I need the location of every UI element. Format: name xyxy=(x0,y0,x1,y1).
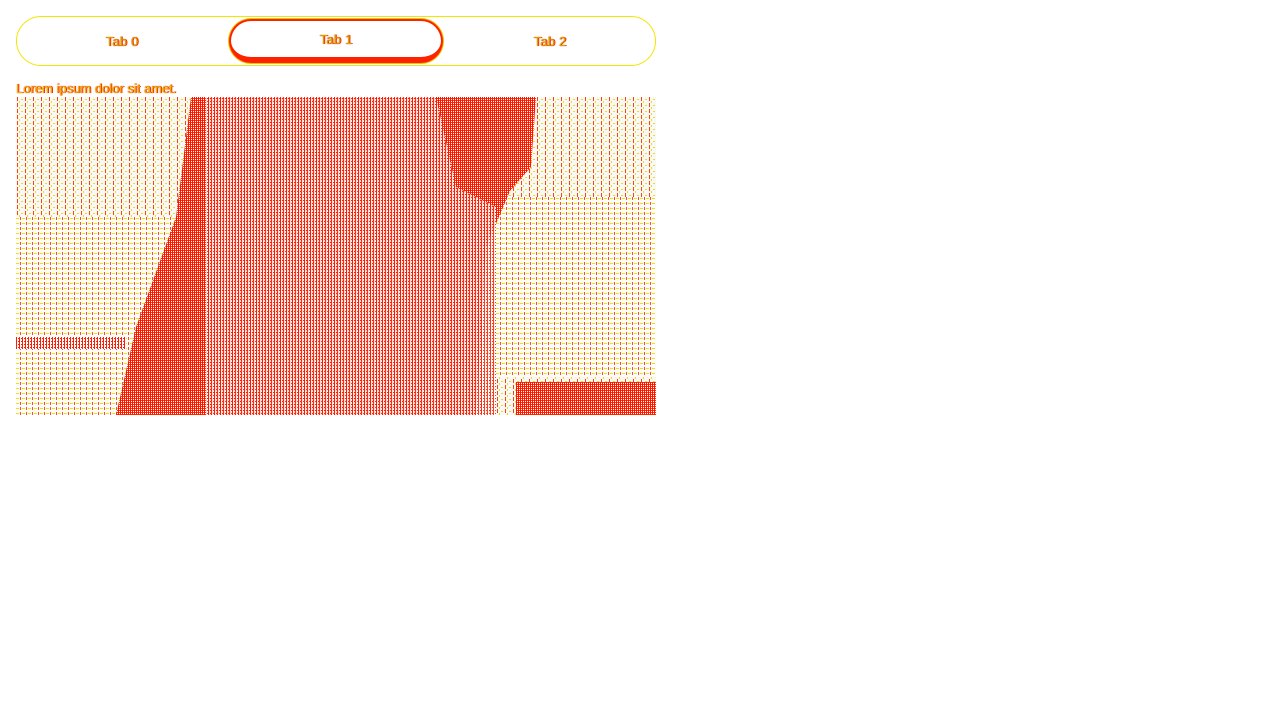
tabs-widget: Tab 0 Tab 1 Tab 2 Lorem ipsum dolor sit … xyxy=(16,16,656,415)
tab-bar: Tab 0 Tab 1 Tab 2 xyxy=(16,16,656,66)
tab-1[interactable]: Tab 1 xyxy=(229,19,443,63)
content-image xyxy=(16,97,656,415)
tab-0[interactable]: Tab 0 xyxy=(17,17,227,65)
content-caption: Lorem ipsum dolor sit amet. xyxy=(16,81,177,96)
tab-2-label: Tab 2 xyxy=(533,33,567,49)
tab-1-label: Tab 1 xyxy=(319,31,353,47)
content-image-graphic xyxy=(16,97,656,415)
tab-2[interactable]: Tab 2 xyxy=(445,17,655,65)
tab-0-label: Tab 0 xyxy=(105,33,139,49)
